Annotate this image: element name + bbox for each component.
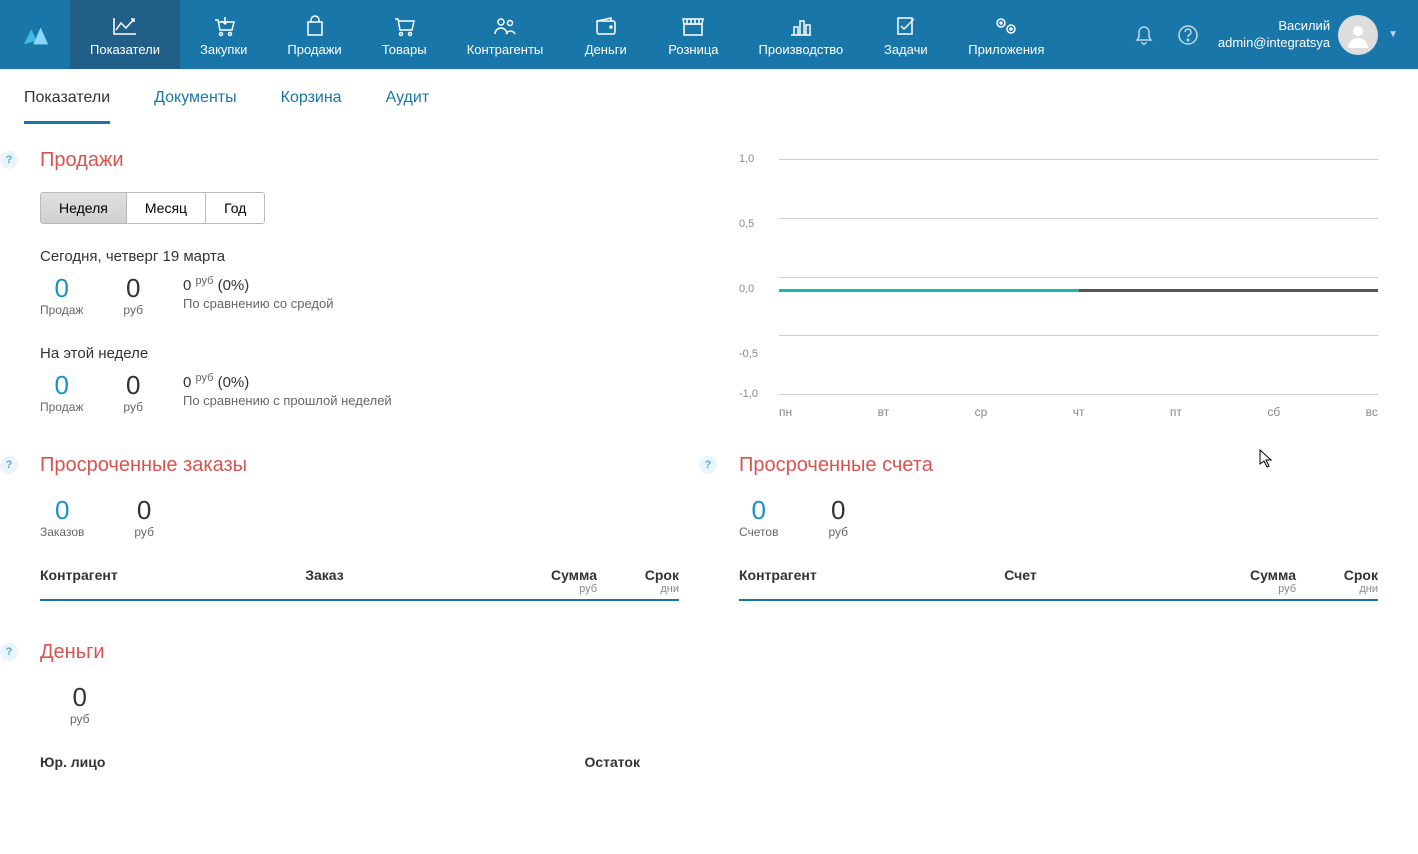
sales-title: Продажи (40, 149, 679, 172)
users-icon (492, 12, 518, 40)
invoices-table-header: Контрагент Счет Суммаруб Срокдни (739, 567, 1378, 601)
chart-line-icon (112, 12, 138, 40)
today-label: Сегодня, четверг 19 марта (40, 248, 679, 265)
top-nav: Показатели Закупки Продажи Товары Контра… (0, 0, 1418, 69)
wallet-icon (594, 12, 618, 40)
sales-section: ? Продажи Неделя Месяц Год Сегодня, четв… (40, 149, 679, 414)
person-icon (1343, 20, 1373, 50)
gears-icon (993, 12, 1019, 40)
money-table-header: Юр. лицо Остаток (40, 754, 640, 774)
user-name: Василий (1218, 18, 1330, 35)
subtab-indicators[interactable]: Показатели (24, 89, 110, 124)
nav-sales[interactable]: Продажи (267, 0, 361, 69)
nav-counterparties[interactable]: Контрагенты (447, 0, 564, 69)
nav-tasks[interactable]: Задачи (863, 0, 948, 69)
cart-in-icon (212, 12, 236, 40)
user-email: admin@integratsya (1218, 35, 1330, 52)
store-icon (681, 12, 705, 40)
today-sum: 0 (123, 275, 143, 301)
overdue-invoices-section: ? Просроченные счета 0 Счетов 0 руб Конт… (739, 454, 1378, 601)
period-month[interactable]: Месяц (127, 193, 206, 223)
app-logo[interactable] (0, 0, 70, 69)
avatar (1338, 15, 1378, 55)
nav-retail[interactable]: Розница (648, 0, 738, 69)
bag-icon (304, 12, 326, 40)
help-button[interactable] (1166, 24, 1210, 46)
week-count: 0 (40, 372, 83, 398)
subtab-audit[interactable]: Аудит (386, 89, 430, 124)
money-section: ? Деньги 0 руб Юр. лицо Остаток (40, 641, 679, 774)
checkbox-icon (895, 12, 917, 40)
week-label: На этой неделе (40, 345, 679, 362)
notifications-button[interactable] (1122, 24, 1166, 46)
help-overdue-invoices[interactable]: ? (699, 456, 717, 474)
question-icon (1177, 24, 1199, 46)
today-count: 0 (40, 275, 83, 301)
sales-chart: 1,0 0,5 0,0 -0,5 -1,0 пн в (739, 159, 1378, 419)
nav-purchases[interactable]: Закупки (180, 0, 267, 69)
nav-production[interactable]: Производство (739, 0, 864, 69)
user-menu[interactable]: Василий admin@integratsya ▼ (1210, 15, 1406, 55)
cart-icon (392, 12, 416, 40)
nav-goods[interactable]: Товары (362, 0, 447, 69)
period-selector: Неделя Месяц Год (40, 192, 265, 224)
help-sales[interactable]: ? (0, 151, 18, 169)
chevron-down-icon: ▼ (1388, 29, 1398, 40)
chart-line (779, 289, 1378, 291)
subtab-trash[interactable]: Корзина (281, 89, 342, 124)
nav-indicators[interactable]: Показатели (70, 0, 180, 69)
bell-icon (1133, 24, 1155, 46)
bar-chart-icon (789, 12, 813, 40)
nav-apps[interactable]: Приложения (948, 0, 1064, 69)
subtabs: Показатели Документы Корзина Аудит (0, 69, 1418, 125)
help-overdue-orders[interactable]: ? (0, 456, 18, 474)
subtab-documents[interactable]: Документы (154, 89, 236, 124)
nav-money[interactable]: Деньги (563, 0, 648, 69)
period-year[interactable]: Год (206, 193, 264, 223)
orders-table-header: Контрагент Заказ Суммаруб Срокдни (40, 567, 679, 601)
period-week[interactable]: Неделя (41, 193, 127, 223)
week-sum: 0 (123, 372, 143, 398)
help-money[interactable]: ? (0, 643, 18, 661)
overdue-orders-section: ? Просроченные заказы 0 Заказов 0 руб Ко… (40, 454, 679, 601)
